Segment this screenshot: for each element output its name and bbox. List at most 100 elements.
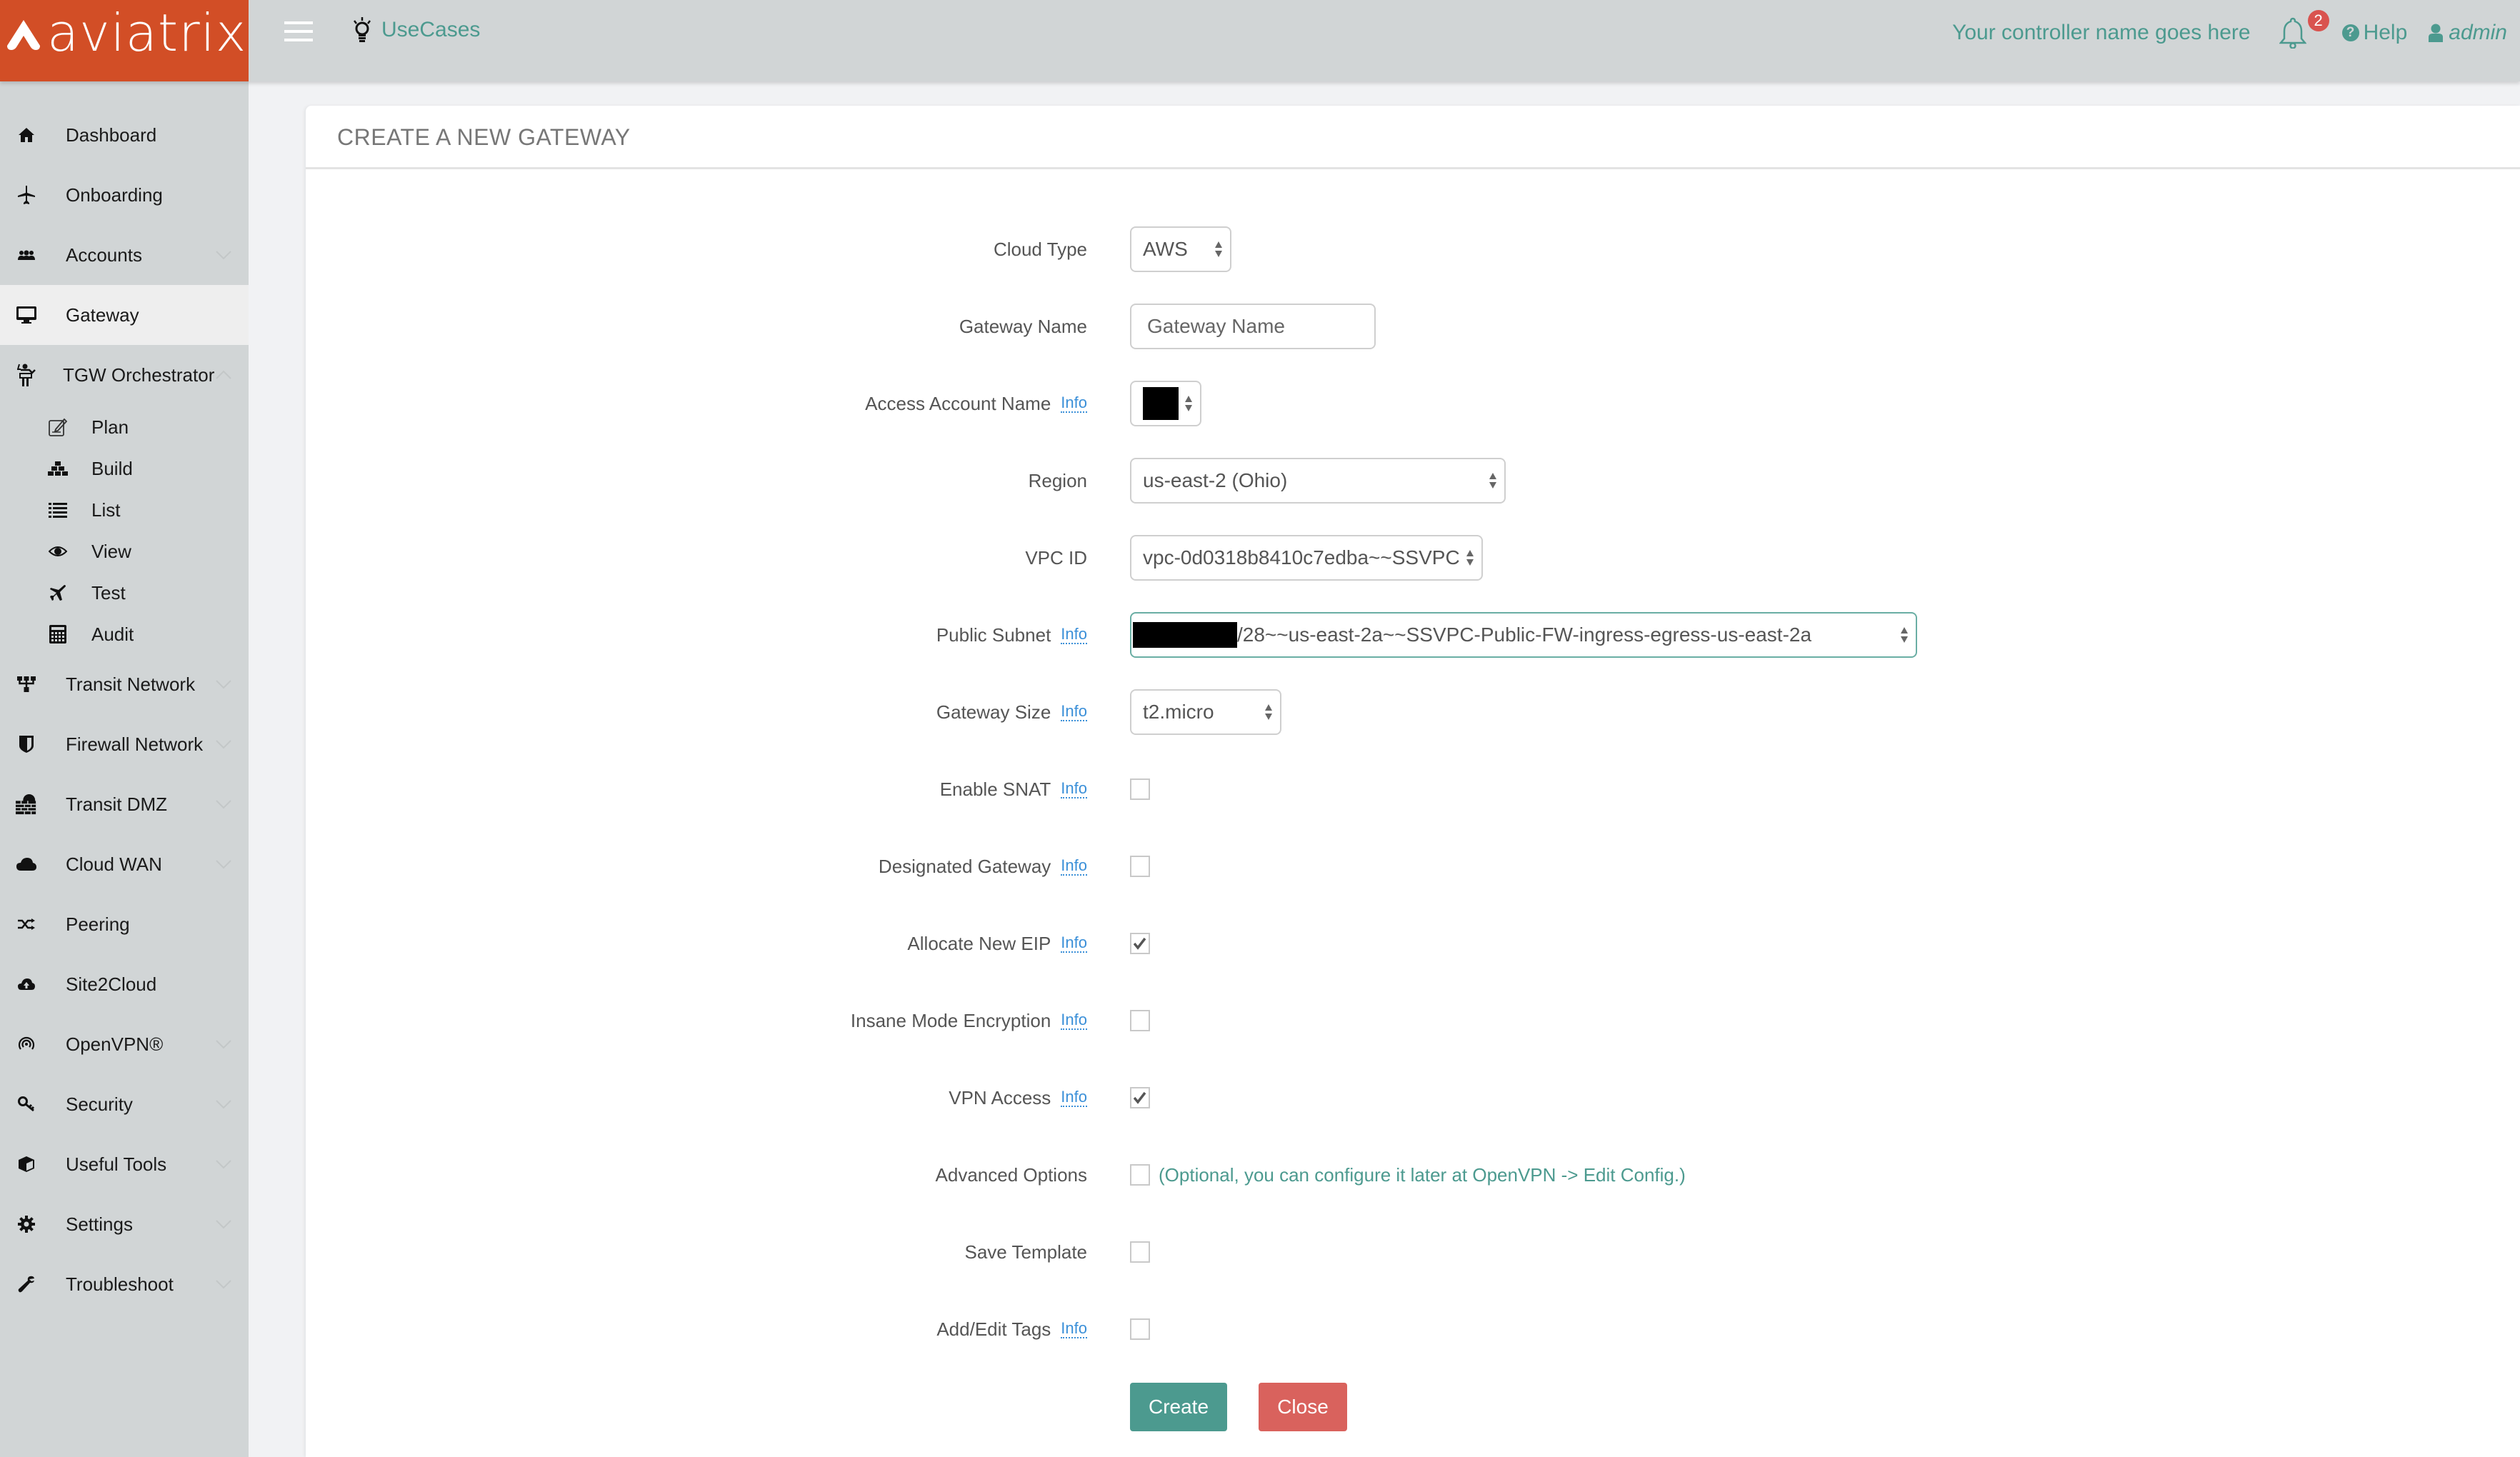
sidebar-item-label: Security <box>66 1093 133 1115</box>
sidebar-item-onboarding[interactable]: Onboarding <box>0 165 249 225</box>
enable-snat-row: Enable SNAT Info <box>306 764 2520 814</box>
info-link[interactable]: Info <box>1061 1011 1087 1030</box>
enable-snat-checkbox[interactable] <box>1130 778 1150 800</box>
sidebar-item-transit-dmz[interactable]: Transit DMZ <box>0 774 249 834</box>
sidebar-item-firewall-network[interactable]: Firewall Network <box>0 714 249 774</box>
access-account-select[interactable] <box>1130 381 1201 426</box>
add-edit-tags-checkbox[interactable] <box>1130 1318 1150 1340</box>
gateway-size-select[interactable]: t2.micro <box>1130 689 1281 735</box>
add-edit-tags-label: Add/Edit Tags Info <box>936 1304 1087 1354</box>
region-select[interactable]: us-east-2 (Ohio) <box>1130 458 1506 504</box>
advanced-options-note: (Optional, you can configure it later at… <box>1159 1163 1686 1186</box>
info-link[interactable]: Info <box>1061 1320 1087 1338</box>
firewall-icon <box>16 793 37 815</box>
gateway-name-input[interactable] <box>1130 304 1376 349</box>
redacted-value <box>1143 387 1179 420</box>
menu-toggle-button[interactable] <box>284 21 313 43</box>
insane-mode-checkbox[interactable] <box>1130 1010 1150 1031</box>
page-title: CREATE A NEW GATEWAY <box>337 124 631 150</box>
cube-icon <box>16 1153 37 1175</box>
sidebar-item-site2cloud[interactable]: Site2Cloud <box>0 954 249 1014</box>
broadcast-icon <box>16 1033 37 1055</box>
monitor-icon <box>16 304 37 326</box>
sidebar-item-openvpn[interactable]: OpenVPN® <box>0 1014 249 1074</box>
sidebar-subitem-plan[interactable]: Plan <box>0 407 249 447</box>
public-subnet-select[interactable]: /28~~us-east-2a~~SSVPC-Public-FW-ingress… <box>1130 612 1917 658</box>
sidebar-item-label: Troubleshoot <box>66 1273 174 1295</box>
brand-logo[interactable]: aviatrix <box>0 0 249 81</box>
sidebar-item-transit-network[interactable]: Transit Network <box>0 654 249 714</box>
create-gateway-panel: CREATE A NEW GATEWAY Cloud Type AWS Gate… <box>306 106 2520 1457</box>
vpn-access-checkbox[interactable] <box>1130 1087 1150 1108</box>
airplane-icon <box>16 184 37 206</box>
save-template-row: Save Template <box>306 1227 2520 1277</box>
chevron-down-icon <box>216 1100 231 1109</box>
field-label: Save Template <box>964 1241 1087 1263</box>
sidebar-item-label: Transit Network <box>66 673 196 695</box>
region-row: Region us-east-2 (Ohio) <box>306 456 2520 506</box>
info-link[interactable]: Info <box>1061 703 1087 721</box>
allocate-eip-checkbox[interactable] <box>1130 933 1150 954</box>
cloud-type-select[interactable]: AWS <box>1130 226 1231 272</box>
user-menu[interactable]: admin <box>2429 21 2507 45</box>
wrench-icon <box>16 1273 37 1295</box>
info-link[interactable]: Info <box>1061 780 1087 798</box>
create-button[interactable]: Create <box>1130 1383 1227 1431</box>
sidebar-item-peering[interactable]: Peering <box>0 894 249 954</box>
chevron-down-icon <box>216 800 231 809</box>
chevron-up-icon <box>216 370 231 379</box>
select-value: AWS <box>1143 238 1188 260</box>
sidebar-item-label: Build <box>91 457 133 479</box>
notifications-button[interactable]: 2 <box>2278 10 2329 49</box>
select-value: vpc-0d0318b8410c7edba~~SSVPC <box>1143 546 1460 569</box>
sidebar-item-label: Site2Cloud <box>66 973 157 995</box>
help-link[interactable]: ? Help <box>2341 21 2407 45</box>
panel-header: CREATE A NEW GATEWAY <box>306 106 2520 169</box>
sidebar-item-troubleshoot[interactable]: Troubleshoot <box>0 1254 249 1314</box>
sidebar-item-gateway[interactable]: Gateway <box>0 285 249 345</box>
info-link[interactable]: Info <box>1061 1088 1087 1107</box>
vpc-id-row: VPC ID vpc-0d0318b8410c7edba~~SSVPC <box>306 533 2520 583</box>
notification-badge: 2 <box>2307 10 2329 31</box>
sidebar-item-label: Gateway <box>66 304 139 326</box>
sidebar-item-security[interactable]: Security <box>0 1074 249 1134</box>
sidebar-item-dashboard[interactable]: Dashboard <box>0 105 249 165</box>
info-link[interactable]: Info <box>1061 394 1087 413</box>
sidebar-subitem-list[interactable]: List <box>0 490 249 530</box>
public-subnet-label: Public Subnet Info <box>936 610 1087 660</box>
redacted-value <box>1133 622 1237 648</box>
field-label: Region <box>1028 469 1087 491</box>
presenter-icon <box>16 364 37 386</box>
info-link[interactable]: Info <box>1061 857 1087 876</box>
field-label: Gateway Name <box>959 315 1087 337</box>
sidebar-item-settings[interactable]: Settings <box>0 1194 249 1254</box>
sidebar-item-cloud-wan[interactable]: Cloud WAN <box>0 834 249 894</box>
info-link[interactable]: Info <box>1061 934 1087 953</box>
select-arrows-icon <box>1185 396 1192 411</box>
vpn-access-label: VPN Access Info <box>949 1073 1087 1123</box>
save-template-checkbox[interactable] <box>1130 1241 1150 1263</box>
calculator-icon <box>47 624 69 645</box>
sidebar-item-label: List <box>91 499 121 521</box>
info-link[interactable]: Info <box>1061 626 1087 644</box>
vpc-id-select[interactable]: vpc-0d0318b8410c7edba~~SSVPC <box>1130 535 1483 581</box>
select-arrows-icon <box>1265 704 1272 720</box>
sidebar-item-tgw-orchestrator[interactable]: TGW Orchestrator <box>0 345 249 405</box>
plane-icon <box>47 582 69 604</box>
select-value: t2.micro <box>1143 701 1214 723</box>
sidebar-subitem-view[interactable]: View <box>0 531 249 571</box>
sidebar-subitem-test[interactable]: Test <box>0 573 249 613</box>
advanced-options-checkbox[interactable] <box>1130 1164 1150 1186</box>
sidebar-item-useful-tools[interactable]: Useful Tools <box>0 1134 249 1194</box>
close-button[interactable]: Close <box>1259 1383 1347 1431</box>
checkmark-icon <box>1134 1091 1146 1104</box>
designated-gateway-checkbox[interactable] <box>1130 856 1150 877</box>
network-icon <box>16 674 37 695</box>
usecases-link[interactable]: UseCases <box>353 17 480 43</box>
key-icon <box>16 1093 37 1115</box>
sidebar-item-accounts[interactable]: Accounts <box>0 225 249 285</box>
sidebar-subitem-audit[interactable]: Audit <box>0 614 249 654</box>
sidebar-subitem-build[interactable]: Build <box>0 449 249 489</box>
chevron-down-icon <box>216 680 231 689</box>
sidebar: Dashboard Onboarding Accounts Gateway TG… <box>0 81 249 1457</box>
